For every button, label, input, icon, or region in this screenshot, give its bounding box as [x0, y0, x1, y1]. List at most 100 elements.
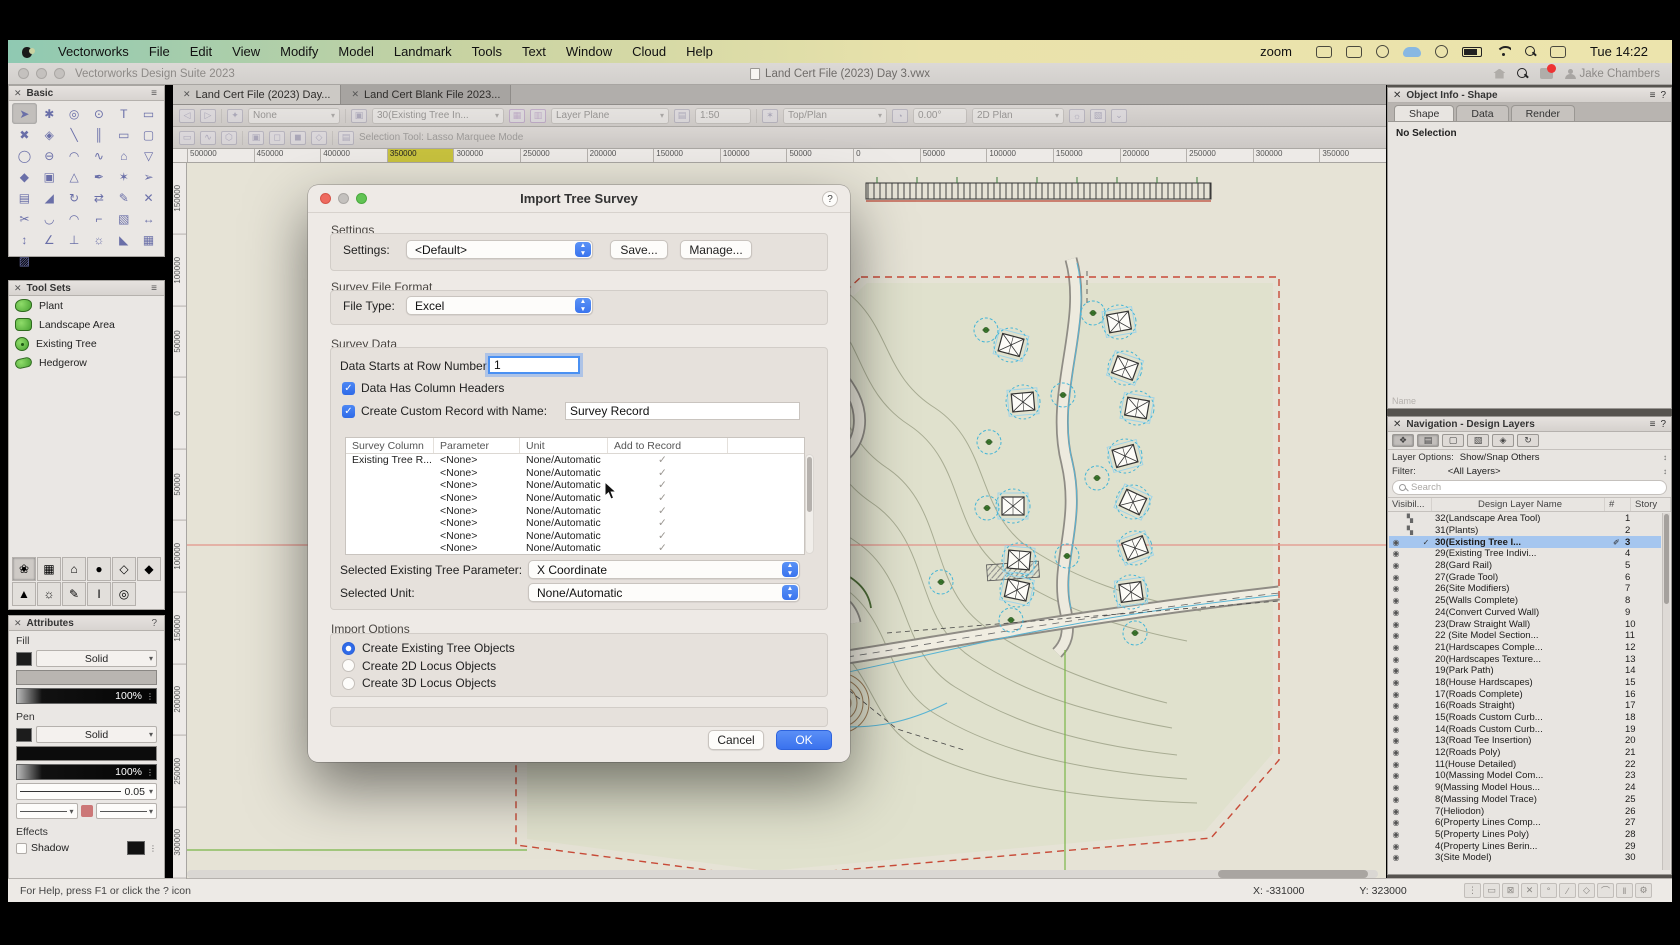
navigation-tab-icon[interactable]: ↻	[1517, 434, 1539, 447]
layer-list-header[interactable]: Visibil...Design Layer Name#Story	[1388, 497, 1671, 512]
basic-tool-icon[interactable]: ◯	[12, 145, 37, 166]
snap-toggle-icon[interactable]: ⊠	[1502, 883, 1519, 898]
active-class-select[interactable]: 30(Existing Tree In...▾	[372, 108, 504, 124]
visibility-eye-icon[interactable]: ◉	[1389, 584, 1403, 593]
design-layer-row[interactable]: ◉ 18(House Hardscapes) 15	[1389, 677, 1661, 689]
visibility-eye-icon[interactable]: ◉	[1389, 725, 1403, 734]
add-to-record-check-icon[interactable]: ✓	[608, 505, 728, 517]
ok-button[interactable]: OK	[776, 730, 832, 750]
design-layer-row[interactable]: ◉ 9(Massing Model Hous... 24	[1389, 782, 1661, 794]
selected-unit-select[interactable]: None/Automatic▲▼	[528, 583, 800, 602]
tool-set-category-icon[interactable]: ◆	[137, 557, 161, 581]
visibility-eye-icon[interactable]: ◉	[1389, 830, 1403, 839]
snap-toggle-icon[interactable]: ▭	[1483, 883, 1500, 898]
dialog-help-button[interactable]: ?	[822, 191, 838, 207]
visibility-eye-icon[interactable]: ◉	[1389, 631, 1403, 640]
visibility-grid-icon[interactable]: ▚	[1403, 526, 1417, 535]
menu-item[interactable]: Landmark	[384, 44, 462, 59]
basic-tool-icon[interactable]: ▭	[111, 124, 136, 145]
basic-tool-icon[interactable]: ⌂	[111, 145, 136, 166]
close-icon[interactable]: ✕	[14, 283, 22, 294]
lasso-mode-icon[interactable]: ∿	[200, 131, 216, 145]
menu-item[interactable]: Tools	[462, 44, 512, 59]
view-select[interactable]: Top/Plan▾	[783, 108, 887, 124]
fill-color-swatch[interactable]	[16, 652, 32, 666]
tool-set-category-icon[interactable]: ◇	[112, 557, 136, 581]
design-layer-row[interactable]: ◉ 19(Park Path) 14	[1389, 665, 1661, 677]
visibility-eye-icon[interactable]: ◉	[1389, 795, 1403, 804]
settings-preset-select[interactable]: <Default>▲▼	[406, 240, 593, 259]
tool-set-item[interactable]: Landscape Area	[9, 315, 164, 334]
visibility-eye-icon[interactable]: ◉	[1389, 713, 1403, 722]
menu-item[interactable]: Edit	[180, 44, 222, 59]
close-icon[interactable]: ✕	[14, 88, 22, 99]
basic-tool-icon[interactable]: ➢	[136, 166, 161, 187]
filter-row[interactable]: Filter: <All Layers> ↕	[1388, 464, 1671, 478]
visibility-eye-icon[interactable]: ◉	[1389, 760, 1403, 769]
basic-tool-icon[interactable]: ◎	[62, 103, 87, 124]
stepper-icon[interactable]: ⋮	[146, 768, 154, 777]
clip-cube-icon[interactable]: ▧	[1090, 109, 1106, 123]
design-layer-row[interactable]: ◉ 27(Grade Tool) 6	[1389, 571, 1661, 583]
more-options-icon[interactable]: ⌄	[1111, 109, 1127, 123]
visibility-eye-icon[interactable]: ◉	[1389, 783, 1403, 792]
layer-search-input[interactable]: Search	[1392, 480, 1667, 495]
menu-item[interactable]: Model	[328, 44, 383, 59]
mode-group-3-icon[interactable]: ◼	[290, 131, 306, 145]
table-row[interactable]: <None>None/Automatic✓	[346, 517, 804, 530]
design-layer-row[interactable]: ◉ 17(Roads Complete) 16	[1389, 688, 1661, 700]
design-layer-row[interactable]: ◉ 29(Existing Tree Indivi... 4	[1389, 548, 1661, 560]
line-end-style-select[interactable]: ▾	[96, 803, 158, 819]
zoom-menu-item[interactable]: zoom	[1250, 44, 1302, 59]
visibility-eye-icon[interactable]: ◉	[1389, 608, 1403, 617]
palette-menu-icon[interactable]: ≡	[151, 88, 159, 99]
design-layer-row[interactable]: ◉ 21(Hardscapes Comple... 12	[1389, 642, 1661, 654]
visibility-eye-icon[interactable]: ◉	[1389, 678, 1403, 687]
pen-style-select[interactable]: Solid▾	[36, 726, 157, 743]
visibility-eye-icon[interactable]: ◉	[1389, 701, 1403, 710]
basic-tool-icon[interactable]: ✱	[37, 103, 62, 124]
navigation-tab-icon[interactable]: ▢	[1442, 434, 1464, 447]
basic-tool-icon[interactable]: ↔	[136, 208, 161, 229]
table-row[interactable]: <None>None/Automatic✓	[346, 479, 804, 492]
table-scrollbar[interactable]	[805, 454, 814, 554]
design-layer-row[interactable]: ◉ 28(Gard Rail) 5	[1389, 560, 1661, 572]
design-layer-row[interactable]: ◉ 14(Roads Custom Curb... 19	[1389, 723, 1661, 735]
tool-set-category-icon[interactable]: ❀	[12, 557, 36, 581]
basic-tool-icon[interactable]: ▭	[136, 103, 161, 124]
basic-tool-icon[interactable]: ✖	[12, 124, 37, 145]
visibility-eye-icon[interactable]: ◉	[1389, 549, 1403, 558]
scrollbar-thumb[interactable]	[1218, 870, 1368, 878]
palette-menu-icon[interactable]: ≡	[151, 283, 159, 294]
search-icon[interactable]	[1517, 68, 1528, 79]
visibility-eye-icon[interactable]: ◉	[1389, 538, 1403, 547]
basic-tool-icon[interactable]: ☼	[87, 229, 112, 250]
scrollbar-thumb[interactable]	[807, 457, 812, 512]
basic-tool-icon[interactable]: ▣	[37, 166, 62, 187]
basic-tool-icon[interactable]: ⊥	[62, 229, 87, 250]
render-mode-select[interactable]: 2D Plan▾	[972, 108, 1064, 124]
basic-tool-icon[interactable]: ✕	[136, 187, 161, 208]
visibility-eye-icon[interactable]: ◉	[1389, 748, 1403, 757]
basic-tool-icon[interactable]: ➤	[12, 103, 37, 124]
class-options-icon[interactable]: ▣	[351, 109, 367, 123]
basic-tool-icon[interactable]: ▦	[136, 229, 161, 250]
snap-toggle-icon[interactable]: °	[1540, 883, 1557, 898]
clock[interactable]: Tue 14:22	[1580, 44, 1658, 59]
basic-tool-icon[interactable]: ∿	[87, 145, 112, 166]
layer-window-2-icon[interactable]: ▥	[530, 109, 546, 123]
line-weight-select[interactable]: 0.05▾	[16, 783, 157, 800]
basic-tool-icon[interactable]: ⌐	[87, 208, 112, 229]
basic-tool-icon[interactable]: ╲	[62, 124, 87, 145]
navigation-tab-icon[interactable]: ▧	[1467, 434, 1489, 447]
design-layer-row[interactable]: ◉ 11(House Detailed) 22	[1389, 758, 1661, 770]
mode-group-5-icon[interactable]: ▤	[338, 131, 354, 145]
marker-icon[interactable]	[81, 805, 93, 817]
tool-set-category-icon[interactable]: ▦	[37, 557, 61, 581]
horizontal-scrollbar[interactable]	[187, 870, 1378, 878]
design-layer-row[interactable]: ◉ 20(Hardscapes Texture... 13	[1389, 653, 1661, 665]
screen-mirroring-icon[interactable]	[1316, 46, 1332, 58]
add-to-record-check-icon[interactable]: ✓	[608, 467, 728, 479]
snap-toggle-icon[interactable]: ‖	[1616, 883, 1633, 898]
snap-toggle-icon[interactable]: ⋮	[1464, 883, 1481, 898]
